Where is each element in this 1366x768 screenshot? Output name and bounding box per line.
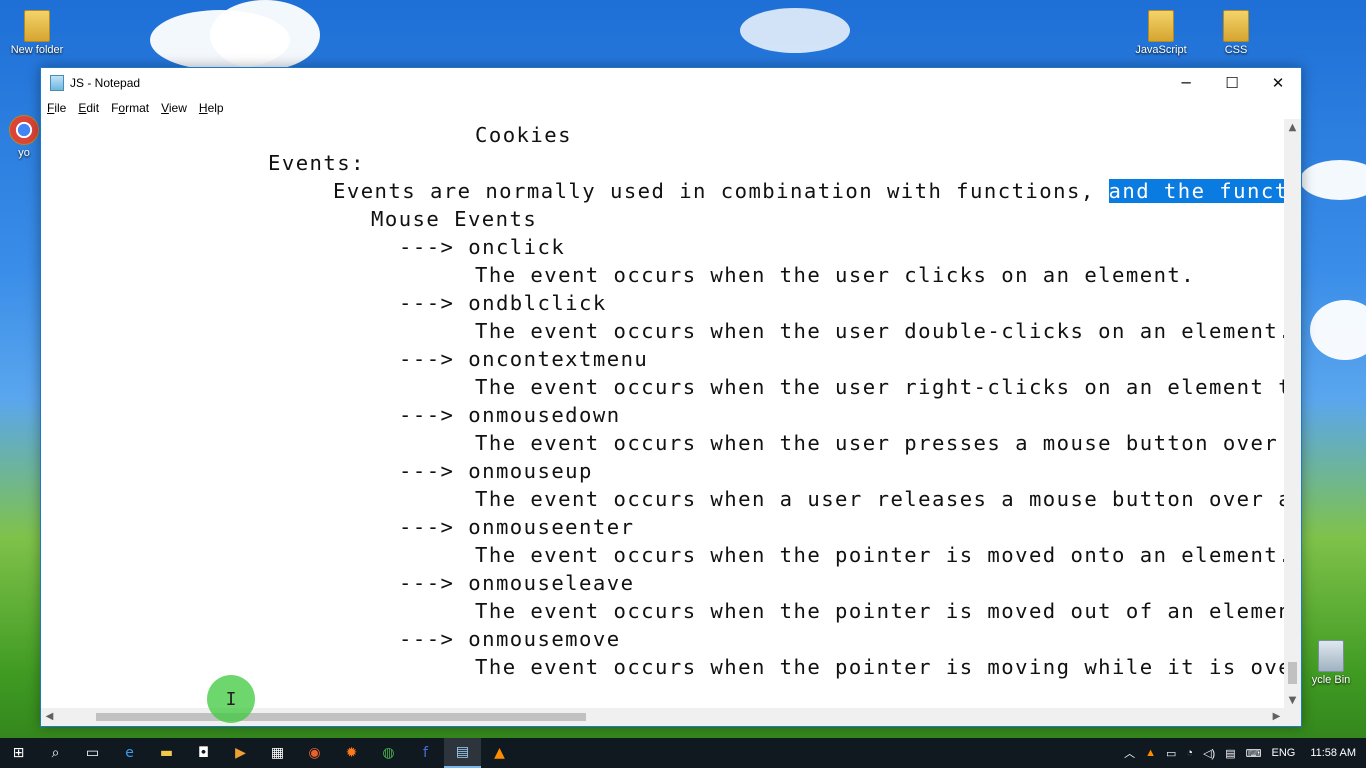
menu-edit[interactable]: Edit [78,101,105,115]
text-line: ---> ondblclick [399,291,607,315]
folder-icon [1148,10,1174,42]
media-player-icon[interactable]: ▶ [222,738,259,768]
cloud [1310,300,1366,360]
text-line: ---> onclick [399,235,566,259]
text-line: ---> onmouseleave [399,571,635,595]
video-editor-icon[interactable]: ▦ [259,738,296,768]
facebook-icon[interactable]: f [407,738,444,768]
desktop-icon-label: yo [18,147,30,159]
notepad-icon [50,75,64,91]
keyboard-icon[interactable]: ⌨ [1241,747,1267,760]
text-line: The event occurs when the user right-cli… [475,375,1285,399]
minimize-button[interactable]: ─ [1163,68,1209,98]
text-cursor-icon: I [225,688,237,710]
menu-view[interactable]: View [161,101,193,115]
scrollbar-corner [1284,708,1301,726]
desktop-icon-recycle-bin[interactable]: ycle Bin [1296,640,1366,686]
desktop-icon-label: CSS [1224,44,1248,56]
cloud [210,0,320,70]
chrome-icon [9,115,39,145]
text-line: ---> onmouseenter [399,515,635,539]
text-editor[interactable]: Cookies Events: Events are normally used… [41,119,1285,709]
maximize-button[interactable]: ☐ [1209,68,1255,98]
language-indicator[interactable]: ENG [1266,747,1300,759]
text-line: The event occurs when the pointer is mov… [475,599,1285,623]
text-line: Events are normally used in combination … [333,177,1285,205]
scroll-right-arrow-icon[interactable]: ▶ [1268,708,1285,726]
clock[interactable]: 11:58 AM [1300,747,1366,759]
text-line: Cookies [475,123,572,147]
taskbar: ⊞ ⌕ ▭ e ▬ ◘ ▶ ▦ ◉ ✹ ◍ f ▤ ▲ ︿ ▲ ▭ ◔ ◁) ▤… [0,738,1366,768]
menu-bar: File Edit Format View Help [41,98,1301,118]
folder-icon [24,10,50,42]
cloud [1300,160,1366,200]
cloud [740,8,850,53]
start-button-windows-icon[interactable]: ⊞ [0,738,37,768]
vertical-scroll-thumb[interactable] [1288,662,1297,684]
text-line: ---> onmousedown [399,403,621,427]
network-icon[interactable]: ◔ [1181,747,1198,759]
scroll-down-arrow-icon[interactable]: ▼ [1284,692,1301,709]
desktop-icon-label: ycle Bin [1311,674,1351,686]
scroll-up-arrow-icon[interactable]: ▲ [1284,119,1301,136]
text-line: The event occurs when the pointer is mov… [475,543,1285,567]
show-hidden-icons-icon[interactable]: ︿ [1119,745,1140,761]
text-line: The event occurs when the user clicks on… [475,263,1196,287]
text-line: The event occurs when a user releases a … [475,487,1285,511]
folder-icon [1223,10,1249,42]
desktop-icon-javascript[interactable]: JavaScript [1126,10,1196,56]
recycle-bin-icon [1318,640,1344,672]
desktop-icon-css[interactable]: CSS [1201,10,1271,56]
desktop-icon-label: New folder [10,44,64,56]
text-line: The event occurs when the user presses a… [475,431,1285,455]
store-icon[interactable]: ◘ [185,738,222,768]
file-explorer-icon[interactable]: ▬ [148,738,185,768]
search-icon[interactable]: ⌕ [37,738,74,768]
menu-help[interactable]: Help [199,101,230,115]
text-line: Mouse Events [371,207,538,231]
system-tray: ︿ ▲ ▭ ◔ ◁) ▤ ⌨ ENG 11:58 AM [1119,738,1366,768]
text-line: ---> onmousemove [399,627,621,651]
firefox-icon[interactable]: ◉ [296,738,333,768]
notepad-taskbar-icon[interactable]: ▤ [444,738,481,768]
chrome-icon[interactable]: ◍ [370,738,407,768]
vlc-icon[interactable]: ▲ [481,738,518,768]
mouse-cursor-highlight: I [207,675,255,723]
selected-text: and the function [1108,179,1285,203]
close-button[interactable]: ✕ [1255,68,1301,98]
text-line: ---> onmouseup [399,459,593,483]
title-bar[interactable]: JS - Notepad ─ ☐ ✕ [41,68,1301,98]
edge-browser-icon[interactable]: e [111,738,148,768]
text-line: The event occurs when the pointer is mov… [475,655,1285,679]
text-line: ---> oncontextmenu [399,347,649,371]
task-view-icon[interactable]: ▭ [74,738,111,768]
desktop-icon-new-folder[interactable]: New folder [2,10,72,56]
menu-file[interactable]: File [47,101,72,115]
vlc-tray-icon[interactable]: ▲ [1140,747,1161,759]
text-line: Events: [268,151,365,175]
spark-app-icon[interactable]: ✹ [333,738,370,768]
window-title: JS - Notepad [70,76,141,90]
desktop-icon-label: JavaScript [1135,44,1187,56]
vertical-scrollbar[interactable]: ▲ ▼ [1284,119,1301,709]
volume-icon[interactable]: ◁) [1198,747,1220,760]
action-center-icon[interactable]: ▤ [1220,747,1240,760]
notepad-window: JS - Notepad ─ ☐ ✕ File Edit Format View… [40,67,1302,727]
horizontal-scroll-thumb[interactable] [96,713,586,721]
text-line: The event occurs when the user double-cl… [475,319,1285,343]
scroll-left-arrow-icon[interactable]: ◀ [41,708,58,726]
menu-format[interactable]: Format [111,101,155,115]
battery-icon[interactable]: ▭ [1161,747,1181,760]
